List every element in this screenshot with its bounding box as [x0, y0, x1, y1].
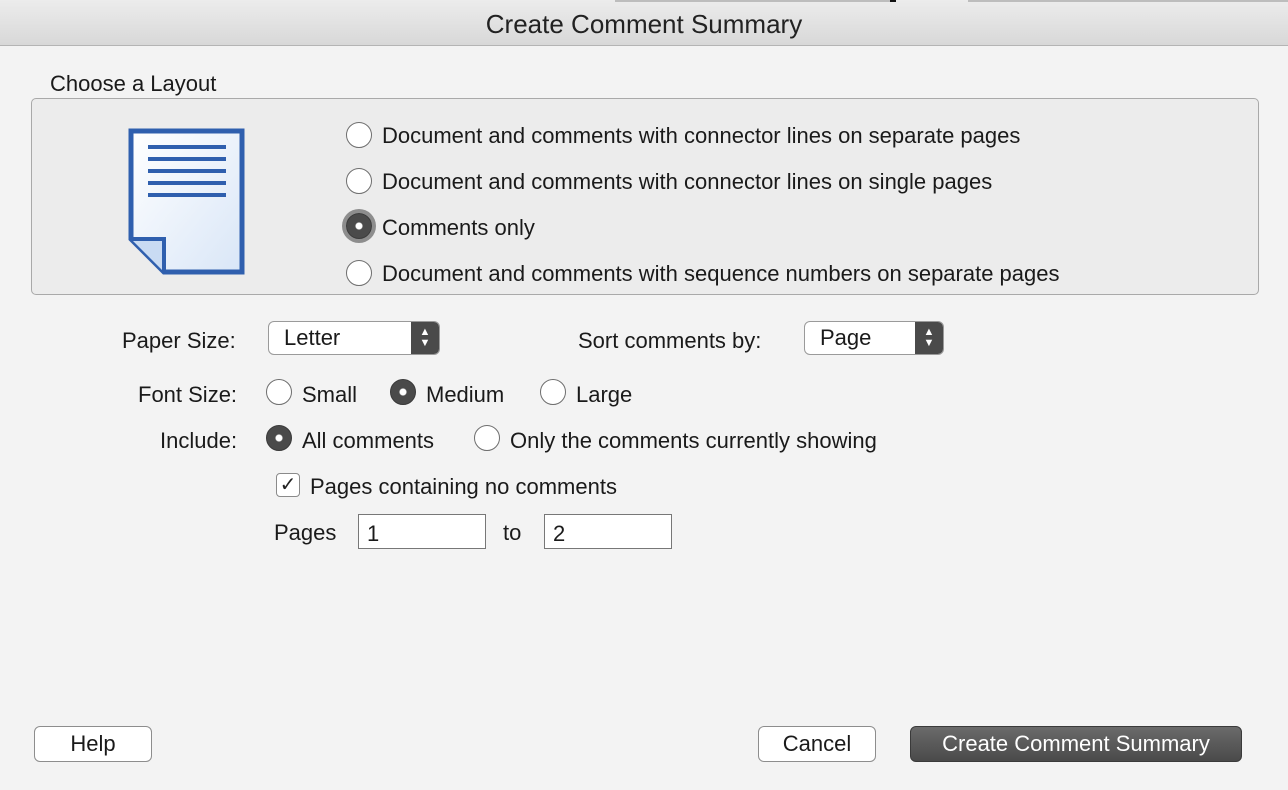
paper-size-value: Letter	[284, 325, 341, 350]
sort-popup[interactable]: Page ▲ ▼	[804, 321, 944, 355]
page-to-field[interactable]: 2	[544, 514, 672, 549]
font-size-medium-label[interactable]: Medium	[426, 382, 504, 408]
checkmark-icon: ✓	[279, 474, 297, 496]
pages-no-comments-label[interactable]: Pages containing no comments	[310, 474, 617, 500]
pages-label: Pages	[274, 520, 337, 545]
include-label: Include:	[160, 428, 238, 453]
layout-heading: Choose a Layout	[50, 71, 217, 96]
page-from-field[interactable]: 1	[358, 514, 486, 549]
to-label: to	[503, 520, 522, 545]
title-bar-edge	[968, 0, 1288, 2]
pages-no-comments-checkbox[interactable]: ✓	[276, 473, 300, 497]
window-title: Create Comment Summary	[485, 9, 803, 39]
title-bar-edge-mark	[890, 0, 896, 2]
layout-radio-comments-only[interactable]	[346, 213, 372, 239]
document-icon	[128, 128, 245, 275]
include-all-label[interactable]: All comments	[302, 428, 434, 454]
paper-size-popup[interactable]: Letter ▲ ▼	[268, 321, 440, 355]
paper-size-label: Paper Size:	[122, 328, 236, 353]
layout-option-label[interactable]: Document and comments with connector lin…	[382, 123, 1020, 149]
font-size-small-label[interactable]: Small	[302, 382, 357, 408]
font-size-radio-medium[interactable]	[390, 379, 416, 405]
include-radio-showing[interactable]	[474, 425, 500, 451]
font-size-radio-large[interactable]	[540, 379, 566, 405]
help-button[interactable]: Help	[34, 726, 152, 762]
cancel-button[interactable]: Cancel	[758, 726, 876, 762]
sort-label: Sort comments by:	[578, 328, 762, 353]
title-bar-edge	[615, 0, 890, 2]
sort-value: Page	[820, 325, 872, 350]
font-size-large-label[interactable]: Large	[576, 382, 632, 408]
layout-radio-single-pages[interactable]	[346, 168, 372, 194]
layout-option-label[interactable]: Document and comments with sequence numb…	[382, 261, 1060, 287]
include-radio-all[interactable]	[266, 425, 292, 451]
create-comment-summary-button[interactable]: Create Comment Summary	[910, 726, 1242, 762]
layout-radio-sequence-numbers[interactable]	[346, 260, 372, 286]
layout-option-label[interactable]: Document and comments with connector lin…	[382, 169, 992, 195]
font-size-label: Font Size:	[138, 382, 238, 407]
layout-option-label[interactable]: Comments only	[382, 215, 535, 241]
layout-radio-separate-pages[interactable]	[346, 122, 372, 148]
popup-arrows-icon: ▲ ▼	[915, 322, 943, 354]
include-showing-label[interactable]: Only the comments currently showing	[510, 428, 877, 454]
font-size-radio-small[interactable]	[266, 379, 292, 405]
popup-arrows-icon: ▲ ▼	[411, 322, 439, 354]
